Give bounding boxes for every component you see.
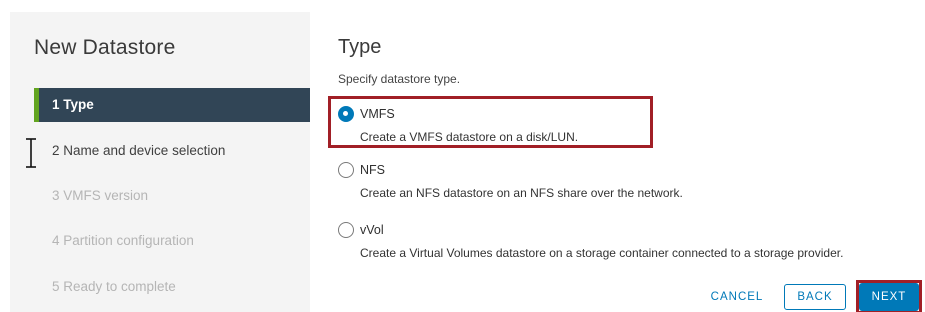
step-vmfs-version: 3 VMFS version <box>52 188 149 203</box>
step-partition-configuration: 4 Partition configuration <box>52 233 194 248</box>
vvol-radio[interactable] <box>338 222 354 238</box>
wizard-title: New Datastore <box>34 36 176 59</box>
nfs-description: Create an NFS datastore on an NFS share … <box>360 186 683 200</box>
page-subtitle: Specify datastore type. <box>338 72 461 86</box>
vmfs-highlight-box <box>328 96 653 148</box>
nfs-label: NFS <box>360 163 385 177</box>
main-panel: Type Specify datastore type. VMFS Create… <box>320 12 925 312</box>
next-highlight-box <box>856 280 922 312</box>
step-ready-to-complete: 5 Ready to complete <box>52 279 176 294</box>
step-type[interactable]: 1 Type <box>34 88 310 122</box>
vvol-description: Create a Virtual Volumes datastore on a … <box>360 246 844 260</box>
page-title: Type <box>338 36 382 58</box>
cancel-button[interactable]: CANCEL <box>700 284 774 310</box>
text-cursor-icon <box>26 138 36 168</box>
vvol-label: vVol <box>360 223 384 237</box>
step-name-device-selection[interactable]: 2 Name and device selection <box>34 134 310 168</box>
nfs-radio[interactable] <box>338 162 354 178</box>
top-strip <box>0 0 925 12</box>
wizard-sidebar: New Datastore 1 Type 2 Name and device s… <box>10 12 310 312</box>
back-button[interactable]: BACK <box>784 284 846 310</box>
